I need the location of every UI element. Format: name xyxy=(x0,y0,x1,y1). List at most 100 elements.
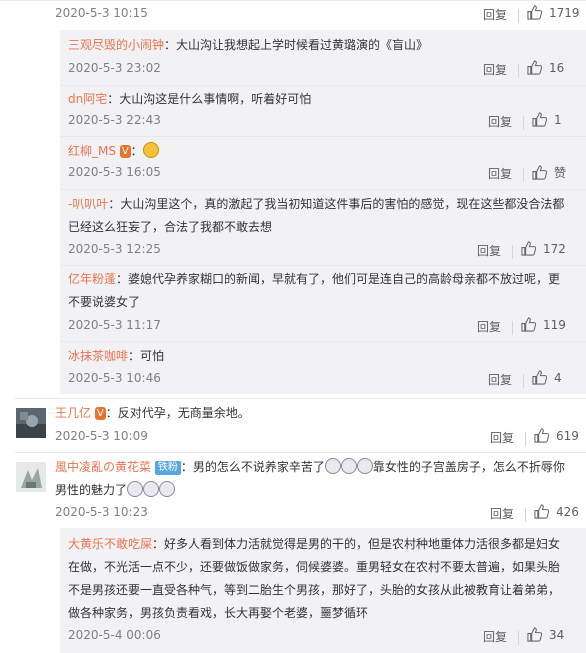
user-name-link[interactable]: 红柳_MS xyxy=(68,144,116,158)
cry-emoji-icon xyxy=(127,481,144,497)
vip-badge-icon: V xyxy=(94,407,106,420)
comment-content: 靠女性的子宫盖房子，怎么不折辱你 xyxy=(372,460,565,474)
comment-content: ：男的怎么不说养家辛苦了 xyxy=(180,460,325,474)
comment-time: 2020-5-3 10:15 xyxy=(55,6,148,20)
user-name-link[interactable]: 亿年粉蓬 xyxy=(68,272,116,286)
reply-text: dn阿宅：大山沟这是什么事情啊，听着好可怕 xyxy=(68,88,311,111)
reply-button[interactable]: 回复 xyxy=(488,113,512,130)
thumbs-up-icon xyxy=(521,317,536,332)
separator xyxy=(518,9,519,23)
like-button[interactable]: 119 xyxy=(521,317,566,332)
thumbs-up-icon xyxy=(532,112,547,127)
like-button[interactable]: 619 xyxy=(534,428,579,443)
like-count: 619 xyxy=(556,428,579,443)
thumbs-up-icon xyxy=(521,241,536,256)
cry-emoji-icon xyxy=(356,458,373,474)
cry-emoji-icon xyxy=(324,458,341,474)
comment-time: 2020-5-3 10:23 xyxy=(55,505,148,519)
thumbs-up-icon xyxy=(532,165,547,180)
like-button[interactable]: 172 xyxy=(521,241,566,256)
reply-content-line: 在做，不光活一点不少，还要做饭做家务，伺候婆婆。重男轻女在农村不要太普遍，如果头… xyxy=(68,560,561,574)
comment-time: 2020-5-3 22:43 xyxy=(68,113,161,127)
user-name-link[interactable]: 王几亿 xyxy=(55,406,91,420)
user-name-link[interactable]: -叭叭叶 xyxy=(68,197,108,211)
like-count: 赞 xyxy=(554,166,567,180)
reply-button[interactable]: 回复 xyxy=(483,61,507,78)
avatar[interactable] xyxy=(16,462,46,492)
comment-text: 風中凌亂の黄花菜 铁粉 ：男的怎么不说养家辛苦了 靠女性的子宫盖房子，怎么不折辱你 xyxy=(55,456,565,479)
like-button[interactable]: 34 xyxy=(527,627,564,642)
reply-button[interactable]: 回复 xyxy=(483,628,507,645)
reply-content-line: 做各种家务，男孩负责看戏，长大再娶个老婆，噩梦循环 xyxy=(68,606,369,620)
comment-time: 2020-5-3 10:09 xyxy=(55,429,148,443)
reply-button[interactable]: 回复 xyxy=(488,165,512,182)
top-divider xyxy=(0,0,586,1)
separator xyxy=(518,631,519,645)
reply-text: 大黄乐不敢吃屎：好多人看到体力活就觉得是男的干的，但是农村种地重体力活很多都是妇… xyxy=(68,533,560,556)
like-button[interactable]: 426 xyxy=(534,504,579,519)
thumbs-up-icon xyxy=(527,5,542,20)
reply-text: -叭叭叶：大山沟里这个，真的激起了我当初知道这件事后的害怕的感觉，现在这些都没合… xyxy=(68,193,564,216)
reply-content: ：可怕 xyxy=(128,349,165,363)
user-name-link[interactable]: 冰抹茶咖啡 xyxy=(68,349,128,363)
reply-content: ：大山沟这是什么事情啊，听着好可怕 xyxy=(107,92,312,106)
reply-content: ：好多人看到体力活就觉得是男的干的，但是农村种地重体力活很多都是妇女 xyxy=(152,537,561,551)
cry-emoji-icon xyxy=(159,481,176,497)
like-button[interactable]: 16 xyxy=(527,60,564,75)
divider xyxy=(15,398,586,399)
smile-emoji-icon xyxy=(142,142,159,158)
user-name-link[interactable]: dn阿宅 xyxy=(68,92,107,106)
like-count: 119 xyxy=(543,317,566,332)
thumbs-up-icon xyxy=(527,627,542,642)
comment-time: 2020-5-4 00:06 xyxy=(68,628,161,642)
reply-button[interactable]: 回复 xyxy=(477,242,501,259)
like-button[interactable]: 4 xyxy=(532,370,562,385)
reply-button[interactable]: 回复 xyxy=(483,6,507,23)
divider xyxy=(15,452,586,453)
reply-text: 红柳_MS V： xyxy=(68,140,159,163)
avatar[interactable] xyxy=(16,408,46,438)
divider xyxy=(60,341,586,342)
comment-time: 2020-5-3 11:17 xyxy=(68,318,161,332)
divider xyxy=(60,85,586,86)
like-button[interactable]: 赞 xyxy=(532,164,566,181)
separator xyxy=(525,508,526,522)
comment-time: 2020-5-3 12:25 xyxy=(68,242,161,256)
divider xyxy=(60,189,586,190)
comment-content: ：反对代孕，无商量余地。 xyxy=(105,406,250,420)
like-count: 1 xyxy=(554,112,562,127)
reply-button[interactable]: 回复 xyxy=(490,505,514,522)
separator xyxy=(523,116,524,130)
separator xyxy=(512,245,513,259)
vip-badge-icon: V xyxy=(119,145,131,158)
like-button[interactable]: 1719 xyxy=(527,5,580,20)
separator xyxy=(525,432,526,446)
user-name-link[interactable]: 風中凌亂の黄花菜 xyxy=(55,460,151,474)
reply-text: 亿年粉蓬：婆媳代孕养家糊口的新闻，早就有了，他们可是连自己的高龄母亲都不放过呢，… xyxy=(68,268,560,291)
reply-content-line: 已经这么狂妄了，合法了我都不敢去想 xyxy=(68,220,273,234)
cry-emoji-icon xyxy=(340,458,357,474)
user-name-link[interactable]: 三观尽毁的小闹钟 xyxy=(68,38,164,52)
separator xyxy=(523,374,524,388)
reply-button[interactable]: 回复 xyxy=(477,318,501,335)
user-name-link[interactable]: 大黄乐不敢吃屎 xyxy=(68,537,152,551)
reply-content: ：婆媳代孕养家糊口的新闻，早就有了，他们可是连自己的高龄母亲都不放过呢，更 xyxy=(116,272,561,286)
reply-button[interactable]: 回复 xyxy=(488,371,512,388)
comment-content: 男性的魅力了 xyxy=(55,483,128,497)
reply-button[interactable]: 回复 xyxy=(490,429,514,446)
separator xyxy=(512,321,513,335)
like-count: 426 xyxy=(556,504,579,519)
like-count: 34 xyxy=(549,627,565,642)
thumbs-up-icon xyxy=(534,504,549,519)
divider xyxy=(60,265,586,266)
like-count: 16 xyxy=(549,60,565,75)
reply-content: ：大山沟里这个，真的激起了我当初知道这件事后的害怕的感觉，现在这些都没合法都 xyxy=(108,197,565,211)
like-button[interactable]: 1 xyxy=(532,112,562,127)
separator xyxy=(523,168,524,182)
comment-text: 王几亿 V ：反对代孕，无商量余地。 xyxy=(55,402,250,425)
separator xyxy=(518,64,519,78)
reply-content-line: 不是男孩还要一直受各种气，等到二胎生个男孩，那好了，头胎的女孩从此被教育让着弟弟… xyxy=(68,583,561,597)
like-count: 4 xyxy=(554,370,562,385)
comment-time: 2020-5-3 10:46 xyxy=(68,371,161,385)
cry-emoji-icon xyxy=(143,481,160,497)
